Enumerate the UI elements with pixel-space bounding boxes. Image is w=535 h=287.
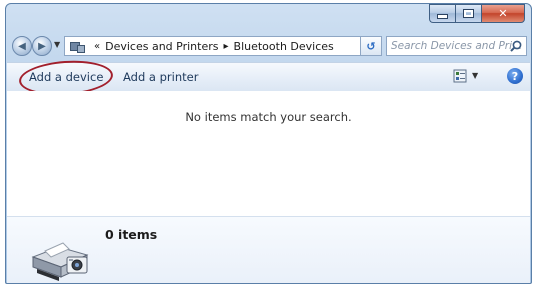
maximize-button[interactable]	[455, 4, 481, 23]
help-icon: ?	[511, 69, 519, 83]
recent-pages-dropdown-icon[interactable]: ▼	[54, 40, 60, 49]
details-pane: 0 items	[7, 216, 530, 283]
devices-folder-icon	[69, 40, 85, 53]
add-printer-button[interactable]: Add a printer	[123, 70, 198, 84]
breadcrumb-devices-and-printers[interactable]: Devices and Printers	[105, 40, 218, 53]
explorer-window: ✕ ◀ ▶ ▼ « Devices and Printers ▸ Bluetoo…	[5, 3, 532, 284]
back-button[interactable]: ◀	[12, 36, 32, 56]
view-options-dropdown-icon[interactable]: ▼	[472, 71, 478, 80]
add-device-button[interactable]: Add a device	[29, 70, 103, 84]
maximize-icon	[463, 9, 474, 18]
refresh-button[interactable]: ↺	[360, 36, 382, 56]
breadcrumb-root-separator-icon[interactable]: «	[94, 41, 100, 52]
change-view-icon[interactable]	[453, 69, 467, 83]
printer-camera-icon	[31, 242, 89, 281]
breadcrumb-chevron-icon[interactable]: ▸	[224, 41, 229, 52]
minimize-icon	[437, 14, 448, 19]
search-icon[interactable]	[509, 39, 523, 53]
caption-buttons: ✕	[429, 4, 525, 24]
empty-search-message: No items match your search.	[185, 110, 352, 124]
navigation-row: ◀ ▶ ▼ « Devices and Printers ▸ Bluetooth…	[6, 34, 531, 58]
close-button[interactable]: ✕	[481, 4, 525, 23]
forward-arrow-icon: ▶	[38, 40, 46, 52]
back-arrow-icon: ◀	[18, 40, 26, 52]
address-bar[interactable]: « Devices and Printers ▸ Bluetooth Devic…	[64, 36, 378, 56]
search-input[interactable]: Search Devices and Pri...	[386, 36, 527, 56]
minimize-button[interactable]	[429, 4, 455, 23]
item-count: 0 items	[105, 227, 158, 242]
forward-button[interactable]: ▶	[32, 36, 52, 56]
breadcrumb-bluetooth-devices[interactable]: Bluetooth Devices	[234, 40, 334, 53]
search-placeholder: Search Devices and Pri...	[391, 40, 523, 52]
refresh-icon: ↺	[366, 39, 376, 53]
help-button[interactable]: ?	[507, 68, 523, 84]
command-bar: Add a device Add a printer ▼ ?	[7, 57, 530, 99]
close-icon: ✕	[498, 7, 508, 20]
items-view[interactable]: No items match your search.	[7, 91, 530, 216]
